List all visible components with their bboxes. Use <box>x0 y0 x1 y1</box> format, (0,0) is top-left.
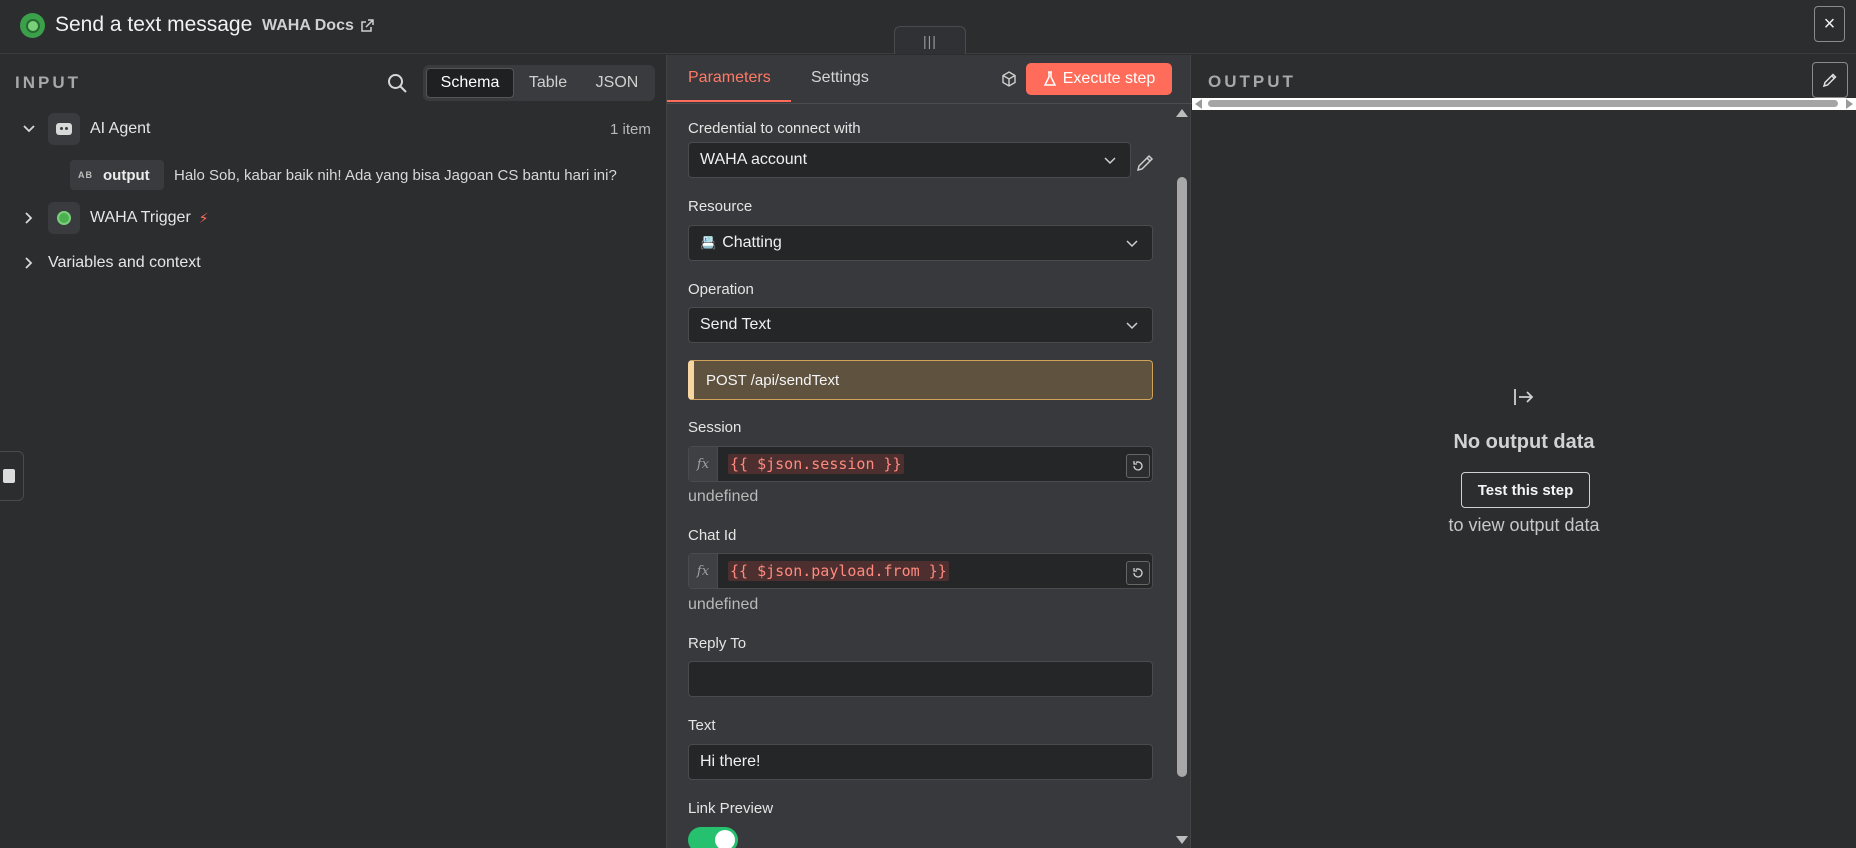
chat-id-hint: undefined <box>688 596 759 613</box>
execute-step-label: Execute step <box>1062 70 1156 87</box>
variables-label: Variables and context <box>48 254 201 271</box>
chevron-down-icon[interactable] <box>22 122 36 136</box>
panel-drag-handle[interactable]: ||| <box>894 26 966 54</box>
trigger-bolt-icon: ⚡ <box>198 209 209 226</box>
params-scrollbar[interactable] <box>1173 105 1189 848</box>
scroll-left-arrow-icon[interactable] <box>1195 99 1202 109</box>
waha-trigger-icon <box>48 202 80 234</box>
operation-select[interactable]: Send Text <box>688 307 1153 343</box>
chat-id-expression-input[interactable]: fx {{ $json.payload.from }} <box>688 553 1153 589</box>
pencil-icon <box>1822 73 1837 88</box>
app-window: Send a text message WAHA Docs ||| × INPU… <box>0 0 1856 848</box>
contact-card-icon: 📇 <box>700 235 717 250</box>
reply-to-label: Reply To <box>688 635 747 652</box>
link-preview-label: Link Preview <box>688 800 774 817</box>
robot-icon <box>48 113 80 145</box>
string-type-icon: AB <box>78 170 93 180</box>
tab-parameters[interactable]: Parameters <box>667 69 791 102</box>
tree-row-variables[interactable]: Variables and context <box>22 254 201 272</box>
output-panel-label: OUTPUT <box>1208 72 1296 91</box>
parameters-panel: Parameters Settings Execute step Credent… <box>666 55 1192 848</box>
open-expression-editor-button[interactable] <box>1126 454 1150 478</box>
credential-label: Credential to connect with <box>688 120 861 137</box>
credential-select[interactable]: WAHA account <box>688 142 1131 178</box>
field-value: Halo Sob, kabar baik nih! Ada yang bisa … <box>174 167 617 184</box>
assistant-icon <box>3 469 15 483</box>
waha-trigger-label: WAHA Trigger <box>90 209 191 226</box>
resource-value: Chatting <box>722 234 782 251</box>
chevron-down-icon <box>1126 240 1138 248</box>
output-panel: OUTPUT No output data Test this step to … <box>1192 55 1856 848</box>
node-header: Send a text message WAHA Docs ||| × <box>0 0 1856 54</box>
input-panel-label: INPUT <box>15 73 81 92</box>
execute-step-button[interactable]: Execute step <box>1026 63 1172 95</box>
close-button[interactable]: × <box>1814 6 1845 42</box>
docs-link[interactable]: WAHA Docs <box>262 17 374 35</box>
docs-link-label[interactable]: WAHA Docs <box>262 17 354 35</box>
text-label: Text <box>688 717 716 734</box>
session-hint: undefined <box>688 488 759 505</box>
credential-value: WAHA account <box>700 151 808 168</box>
fx-icon: fx <box>689 447 718 481</box>
expand-icon <box>1133 568 1143 578</box>
view-mode-toggle: Schema Table JSON <box>423 65 655 101</box>
tab-json[interactable]: JSON <box>582 68 652 98</box>
ai-agent-label: AI Agent <box>90 120 151 137</box>
scroll-right-arrow-icon[interactable] <box>1846 99 1853 109</box>
endpoint-notice: POST /api/sendText <box>688 360 1153 400</box>
expand-icon <box>1133 461 1143 471</box>
tree-row-ai-agent[interactable]: AI Agent <box>22 113 151 145</box>
scroll-up-arrow-icon[interactable] <box>1176 109 1188 117</box>
link-preview-toggle[interactable] <box>688 827 738 848</box>
tree-row-waha-trigger[interactable]: WAHA Trigger ⚡ <box>22 202 209 234</box>
resource-label: Resource <box>688 198 753 215</box>
reply-to-input[interactable] <box>688 661 1153 697</box>
no-output-title: No output data <box>1453 431 1595 453</box>
waha-node-icon <box>20 13 45 38</box>
ask-assistant-tab[interactable] <box>0 451 24 501</box>
chevron-down-icon <box>1126 322 1138 330</box>
flask-icon <box>1043 71 1056 86</box>
chat-id-label: Chat Id <box>688 527 737 544</box>
session-label: Session <box>688 419 742 436</box>
text-input[interactable]: Hi there! <box>688 744 1153 780</box>
node-title[interactable]: Send a text message <box>55 13 252 37</box>
resource-select[interactable]: 📇 Chatting <box>688 225 1153 261</box>
scroll-down-arrow-icon[interactable] <box>1176 836 1188 844</box>
operation-label: Operation <box>688 281 754 298</box>
edit-output-button[interactable] <box>1812 62 1848 98</box>
field-key: output <box>103 166 150 184</box>
scrollbar-thumb[interactable] <box>1208 100 1838 107</box>
tab-settings[interactable]: Settings <box>811 69 869 87</box>
fx-icon: fx <box>689 554 718 588</box>
test-step-button[interactable]: Test this step <box>1461 472 1590 508</box>
params-tabs: Parameters Settings Execute step <box>667 55 1192 104</box>
no-output-subtitle: to view output data <box>1448 515 1600 535</box>
output-h-scrollbar[interactable] <box>1192 98 1856 110</box>
chevron-right-icon[interactable] <box>22 211 36 225</box>
external-link-icon <box>361 19 374 32</box>
cube-icon[interactable] <box>1000 70 1018 88</box>
scrollbar-thumb[interactable] <box>1177 177 1187 777</box>
edit-credential-icon[interactable] <box>1134 152 1156 174</box>
search-icon[interactable] <box>386 72 408 94</box>
operation-value: Send Text <box>700 316 771 333</box>
item-count: 1 item <box>610 121 651 138</box>
arrow-right-to-line-icon <box>1514 389 1534 405</box>
session-expression: {{ $json.session }} <box>728 454 904 474</box>
tab-schema[interactable]: Schema <box>426 68 514 98</box>
chevron-down-icon <box>1104 157 1116 165</box>
input-panel: INPUT Schema Table JSON AI Agent 1 item … <box>0 55 666 848</box>
schema-field-output[interactable]: AB output <box>70 160 164 190</box>
session-expression-input[interactable]: fx {{ $json.session }} <box>688 446 1153 482</box>
open-expression-editor-button[interactable] <box>1126 561 1150 585</box>
chevron-right-icon[interactable] <box>22 256 36 270</box>
chat-id-expression: {{ $json.payload.from }} <box>728 561 949 581</box>
tab-table[interactable]: Table <box>514 68 582 98</box>
